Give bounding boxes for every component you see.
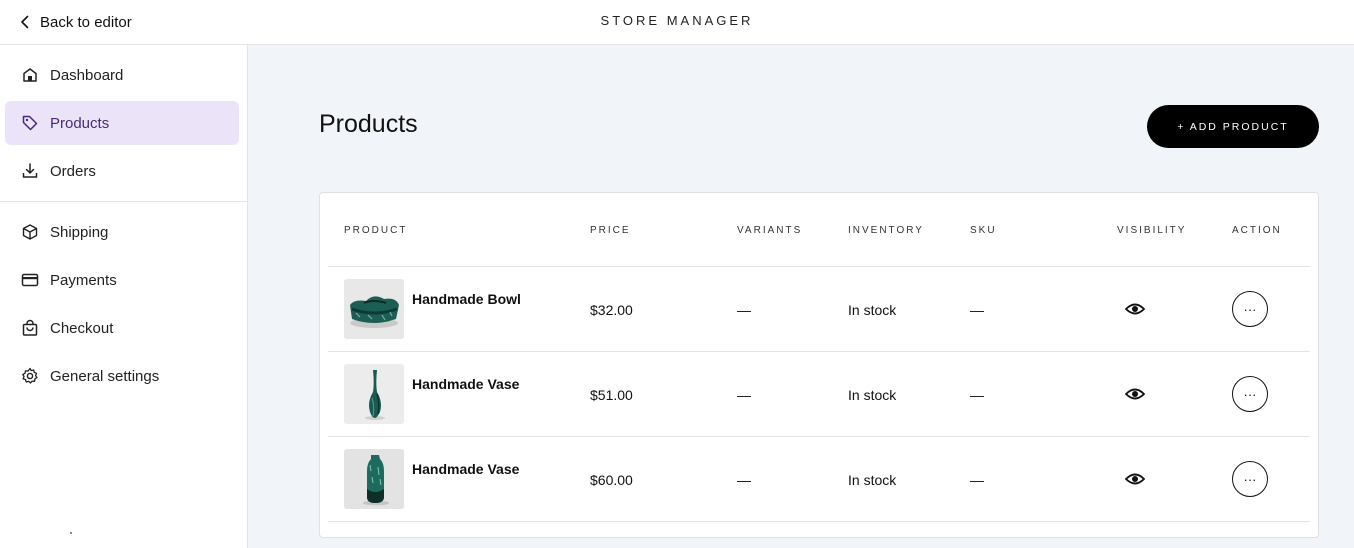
page-title: Products xyxy=(319,110,418,138)
tag-icon xyxy=(22,115,38,131)
product-thumbnail xyxy=(344,449,404,509)
sidebar-item-label: Products xyxy=(50,114,110,132)
bag-icon xyxy=(22,319,38,336)
table-row[interactable]: Handmade Bowl $32.00 — In stock — ··· xyxy=(320,267,1320,352)
eye-icon[interactable] xyxy=(1125,469,1145,489)
more-actions-button[interactable]: ··· xyxy=(1232,291,1268,327)
product-variants: — xyxy=(737,472,751,488)
sidebar-item-shipping[interactable]: Shipping xyxy=(5,210,239,254)
column-header-visibility: VISIBILITY xyxy=(1117,225,1187,236)
product-name[interactable]: Handmade Bowl xyxy=(412,291,521,307)
eye-icon[interactable] xyxy=(1125,384,1145,404)
table-row[interactable]: Handmade Vase $51.00 — In stock — ··· xyxy=(320,352,1320,437)
sidebar-item-general-settings[interactable]: General settings xyxy=(5,354,239,398)
more-actions-button[interactable]: ··· xyxy=(1232,376,1268,412)
eye-icon[interactable] xyxy=(1125,299,1145,319)
table-row[interactable]: Handmade Vase $60.00 — In stock — ··· xyxy=(320,437,1320,522)
bowl-image-icon xyxy=(344,279,404,339)
product-inventory: In stock xyxy=(848,302,897,318)
row-divider xyxy=(328,521,1310,522)
home-icon xyxy=(23,68,37,82)
sidebar-item-label: Checkout xyxy=(50,319,114,337)
gear-icon xyxy=(22,367,38,384)
column-header-product: PRODUCT xyxy=(344,225,408,236)
product-name[interactable]: Handmade Vase xyxy=(412,376,519,392)
column-header-inventory: INVENTORY xyxy=(848,225,924,236)
column-header-action: ACTION xyxy=(1232,225,1282,236)
column-header-variants: VARIANTS xyxy=(737,225,803,236)
box-icon xyxy=(22,224,38,240)
sidebar-item-label: Payments xyxy=(50,271,117,289)
sidebar-item-label: General settings xyxy=(50,367,160,385)
product-sku: — xyxy=(970,302,984,318)
sidebar: Dashboard Products Orders Shipping Payme… xyxy=(0,45,248,548)
sidebar-item-label: Dashboard xyxy=(50,66,124,84)
products-table: PRODUCT PRICE VARIANTS INVENTORY SKU VIS… xyxy=(319,192,1319,538)
product-price: $51.00 xyxy=(590,387,633,403)
product-variants: — xyxy=(737,302,751,318)
product-inventory: In stock xyxy=(848,387,897,403)
download-icon xyxy=(22,163,38,178)
product-inventory: In stock xyxy=(848,472,897,488)
column-header-price: PRICE xyxy=(590,225,631,236)
sidebar-divider xyxy=(0,201,247,202)
product-name[interactable]: Handmade Vase xyxy=(412,461,519,477)
vase-image-icon xyxy=(344,364,404,424)
add-product-button[interactable]: + ADD PRODUCT xyxy=(1147,105,1319,148)
app-title: STORE MANAGER xyxy=(600,13,754,28)
vase-image-icon xyxy=(344,449,404,509)
decorative-dot xyxy=(70,532,72,534)
column-header-sku: SKU xyxy=(970,225,997,236)
sidebar-item-payments[interactable]: Payments xyxy=(5,258,239,302)
product-sku: — xyxy=(970,387,984,403)
product-variants: — xyxy=(737,387,751,403)
product-price: $32.00 xyxy=(590,302,633,318)
product-sku: — xyxy=(970,472,984,488)
sidebar-item-orders[interactable]: Orders xyxy=(5,149,239,193)
card-icon xyxy=(21,273,39,287)
sidebar-item-label: Shipping xyxy=(50,223,109,241)
sidebar-item-checkout[interactable]: Checkout xyxy=(5,306,239,350)
product-thumbnail xyxy=(344,279,404,339)
more-actions-button[interactable]: ··· xyxy=(1232,461,1268,497)
sidebar-item-products[interactable]: Products xyxy=(5,101,239,145)
top-bar: Back to editor STORE MANAGER xyxy=(0,0,1354,45)
sidebar-item-label: Orders xyxy=(50,162,96,180)
sidebar-item-dashboard[interactable]: Dashboard xyxy=(5,53,239,97)
product-thumbnail xyxy=(344,364,404,424)
product-price: $60.00 xyxy=(590,472,633,488)
